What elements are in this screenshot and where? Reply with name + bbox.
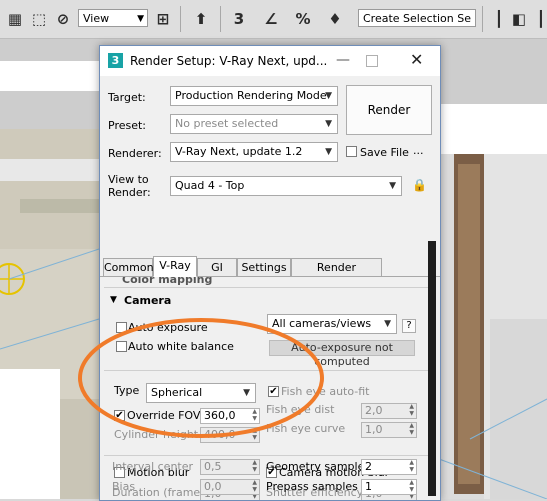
- annotation-overlay: [78, 318, 324, 438]
- annotation-ellipse: [78, 318, 324, 438]
